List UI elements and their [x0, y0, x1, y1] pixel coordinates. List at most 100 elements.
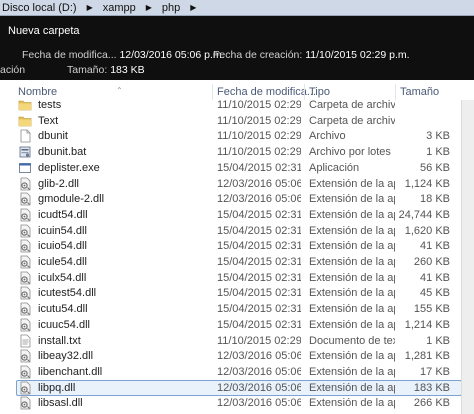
folder-icon	[18, 114, 32, 128]
file-modified-date: 12/03/2016 05:06 ...	[217, 350, 301, 362]
file-size: 3 KB	[426, 130, 450, 142]
file-type: Carpeta de archivos	[309, 115, 395, 127]
file-type: Extensión de la apl...	[309, 193, 395, 205]
breadcrumb-separator-icon[interactable]: ▶	[79, 3, 101, 12]
file-modified-date: 15/04/2015 02:31 ...	[217, 209, 301, 221]
dll-icon	[18, 286, 32, 300]
file-row[interactable]: Text 11/10/2015 02:29 ... Carpeta de archi…	[0, 113, 474, 129]
details-size-label: Tamaño:	[67, 64, 108, 76]
column-divider[interactable]	[304, 84, 305, 100]
file-modified-date: 15/04/2015 02:31 ...	[217, 303, 301, 315]
file-size: 1,214 KB	[404, 319, 450, 331]
details-created-label: Fecha de creación:	[213, 49, 303, 61]
file-size: 1 KB	[426, 335, 450, 347]
file-type: Extensión de la apl...	[309, 382, 395, 394]
file-name: icutu54.dll	[38, 303, 88, 315]
file-name: tests	[38, 100, 62, 111]
breadcrumb-separator-icon[interactable]: ▶	[182, 3, 204, 12]
file-name: icudt54.dll	[38, 209, 88, 221]
text-file-icon	[18, 334, 32, 348]
file-type: Extensión de la apl...	[309, 256, 395, 268]
file-row[interactable]: tests 11/10/2015 02:29 ... Carpeta de arch…	[0, 100, 474, 113]
column-header: Nombre Fecha de modifica... Tipo Tamaño	[0, 84, 474, 100]
dll-icon	[18, 192, 32, 206]
file-row[interactable]: gmodule-2.dll 12/03/2016 05:06 ... Extensi…	[0, 191, 474, 207]
dll-icon	[18, 381, 32, 395]
file-size: 155 KB	[413, 303, 450, 315]
file-name: icuin54.dll	[38, 225, 87, 237]
file-name: Text	[38, 115, 59, 127]
file-type: Extensión de la apl...	[309, 366, 395, 378]
file-modified-date: 11/10/2015 02:29 ...	[217, 146, 301, 158]
file-row[interactable]: deplister.exe 15/04/2015 02:31 ... Aplicac…	[0, 160, 474, 176]
file-modified-date: 15/04/2015 02:31 ...	[217, 162, 301, 174]
file-modified-date: 15/04/2015 02:31 ...	[217, 319, 301, 331]
file-name: libpq.dll	[38, 382, 76, 394]
file-modified-date: 12/03/2016 05:06 ...	[217, 178, 301, 190]
breadcrumb-xampp[interactable]: xampp	[101, 2, 138, 14]
column-divider[interactable]	[395, 84, 396, 100]
column-size-header[interactable]: Tamaño	[400, 86, 439, 98]
sort-arrow-icon: ⌃	[116, 86, 123, 95]
dll-icon	[18, 255, 32, 269]
file-size: 45 KB	[420, 287, 450, 299]
file-row[interactable]: libenchant.dll 12/03/2016 05:06 ... Extens…	[0, 364, 474, 380]
column-type-header[interactable]: Tipo	[309, 86, 330, 98]
details-modified: Fecha de modifica... 12/03/2016 05:06 p.…	[22, 49, 225, 61]
file-row[interactable]: icutu54.dll 15/04/2015 02:31 ... Extensión…	[0, 301, 474, 317]
file-icon	[18, 129, 32, 143]
dll-icon	[18, 208, 32, 222]
breadcrumb-drive[interactable]: Disco local (D:)	[0, 2, 79, 14]
vertical-scrollbar[interactable]	[461, 100, 474, 414]
dll-icon	[18, 224, 32, 238]
file-row[interactable]: icuuc54.dll 15/04/2015 02:31 ... Extensión…	[0, 317, 474, 333]
file-row[interactable]: icuin54.dll 15/04/2015 02:31 ... Extensión…	[0, 223, 474, 239]
file-modified-date: 15/04/2015 02:31 ...	[217, 256, 301, 268]
address-breadcrumb[interactable]: Disco local (D:) ▶ xampp ▶ php ▶	[0, 0, 474, 16]
dll-icon	[18, 318, 32, 332]
file-size: 56 KB	[420, 162, 450, 174]
column-name-header[interactable]: Nombre	[18, 86, 57, 98]
file-size: 1,281 KB	[404, 350, 450, 362]
file-row[interactable]: install.txt 11/10/2015 02:29 ... Documento…	[0, 333, 474, 349]
file-row[interactable]: icutest54.dll 15/04/2015 02:31 ... Extensi…	[0, 285, 474, 301]
file-size: 183 KB	[413, 382, 450, 394]
details-pane: Nueva carpeta Fecha de modifica... 12/03…	[0, 16, 474, 80]
batch-file-icon	[18, 145, 32, 159]
file-type: Extensión de la apl...	[309, 319, 395, 331]
column-date-header[interactable]: Fecha de modifica...	[217, 86, 316, 98]
file-modified-date: 11/10/2015 02:29 ...	[217, 115, 301, 127]
file-row-selected[interactable]: libpq.dll 12/03/2016 05:06 ... Extensión d…	[0, 380, 474, 396]
breadcrumb-php[interactable]: php	[160, 2, 182, 14]
exe-icon	[18, 161, 32, 175]
breadcrumb-separator-icon[interactable]: ▶	[138, 3, 160, 12]
file-type: Extensión de la apl...	[309, 209, 395, 221]
dll-icon	[18, 239, 32, 253]
file-modified-date: 11/10/2015 02:29 ...	[217, 130, 301, 142]
file-row[interactable]: glib-2.dll 12/03/2016 05:06 ... Extensión …	[0, 176, 474, 192]
file-size: 1,124 KB	[404, 178, 450, 190]
file-modified-date: 12/03/2016 05:06 ...	[217, 397, 301, 409]
file-size: 41 KB	[420, 272, 450, 284]
file-name: icule54.dll	[38, 256, 87, 268]
file-row[interactable]: dbunit 11/10/2015 02:29 ... Archivo 3 KB	[0, 128, 474, 144]
dll-icon	[18, 271, 32, 285]
file-row[interactable]: icudt54.dll 15/04/2015 02:31 ... Extensión…	[0, 207, 474, 223]
file-row[interactable]: icuio54.dll 15/04/2015 02:31 ... Extensión…	[0, 238, 474, 254]
file-row[interactable]: iculx54.dll 15/04/2015 02:31 ... Extensión…	[0, 270, 474, 286]
file-name: gmodule-2.dll	[38, 193, 105, 205]
file-row[interactable]: libsasl.dll 12/03/2016 05:06 ... Extensión…	[0, 395, 474, 411]
details-modified-value: 12/03/2016 05:06 p.m.	[119, 49, 225, 61]
file-row[interactable]: libeay32.dll 12/03/2016 05:06 ... Extensió…	[0, 348, 474, 364]
dll-icon	[18, 365, 32, 379]
file-type: Extensión de la apl...	[309, 225, 395, 237]
details-cut-label: ación	[0, 64, 26, 76]
column-divider[interactable]	[212, 84, 213, 100]
file-row[interactable]: dbunit.bat 11/10/2015 02:29 ... Archivo po…	[0, 144, 474, 160]
dll-icon	[18, 302, 32, 316]
file-row[interactable]: icule54.dll 15/04/2015 02:31 ... Extensión…	[0, 254, 474, 270]
file-type: Documento de tex...	[309, 335, 395, 347]
file-list[interactable]: tests 11/10/2015 02:29 ... Carpeta de arch…	[0, 100, 474, 414]
file-size: 24,744 KB	[398, 209, 450, 221]
file-type: Aplicación	[309, 162, 360, 174]
